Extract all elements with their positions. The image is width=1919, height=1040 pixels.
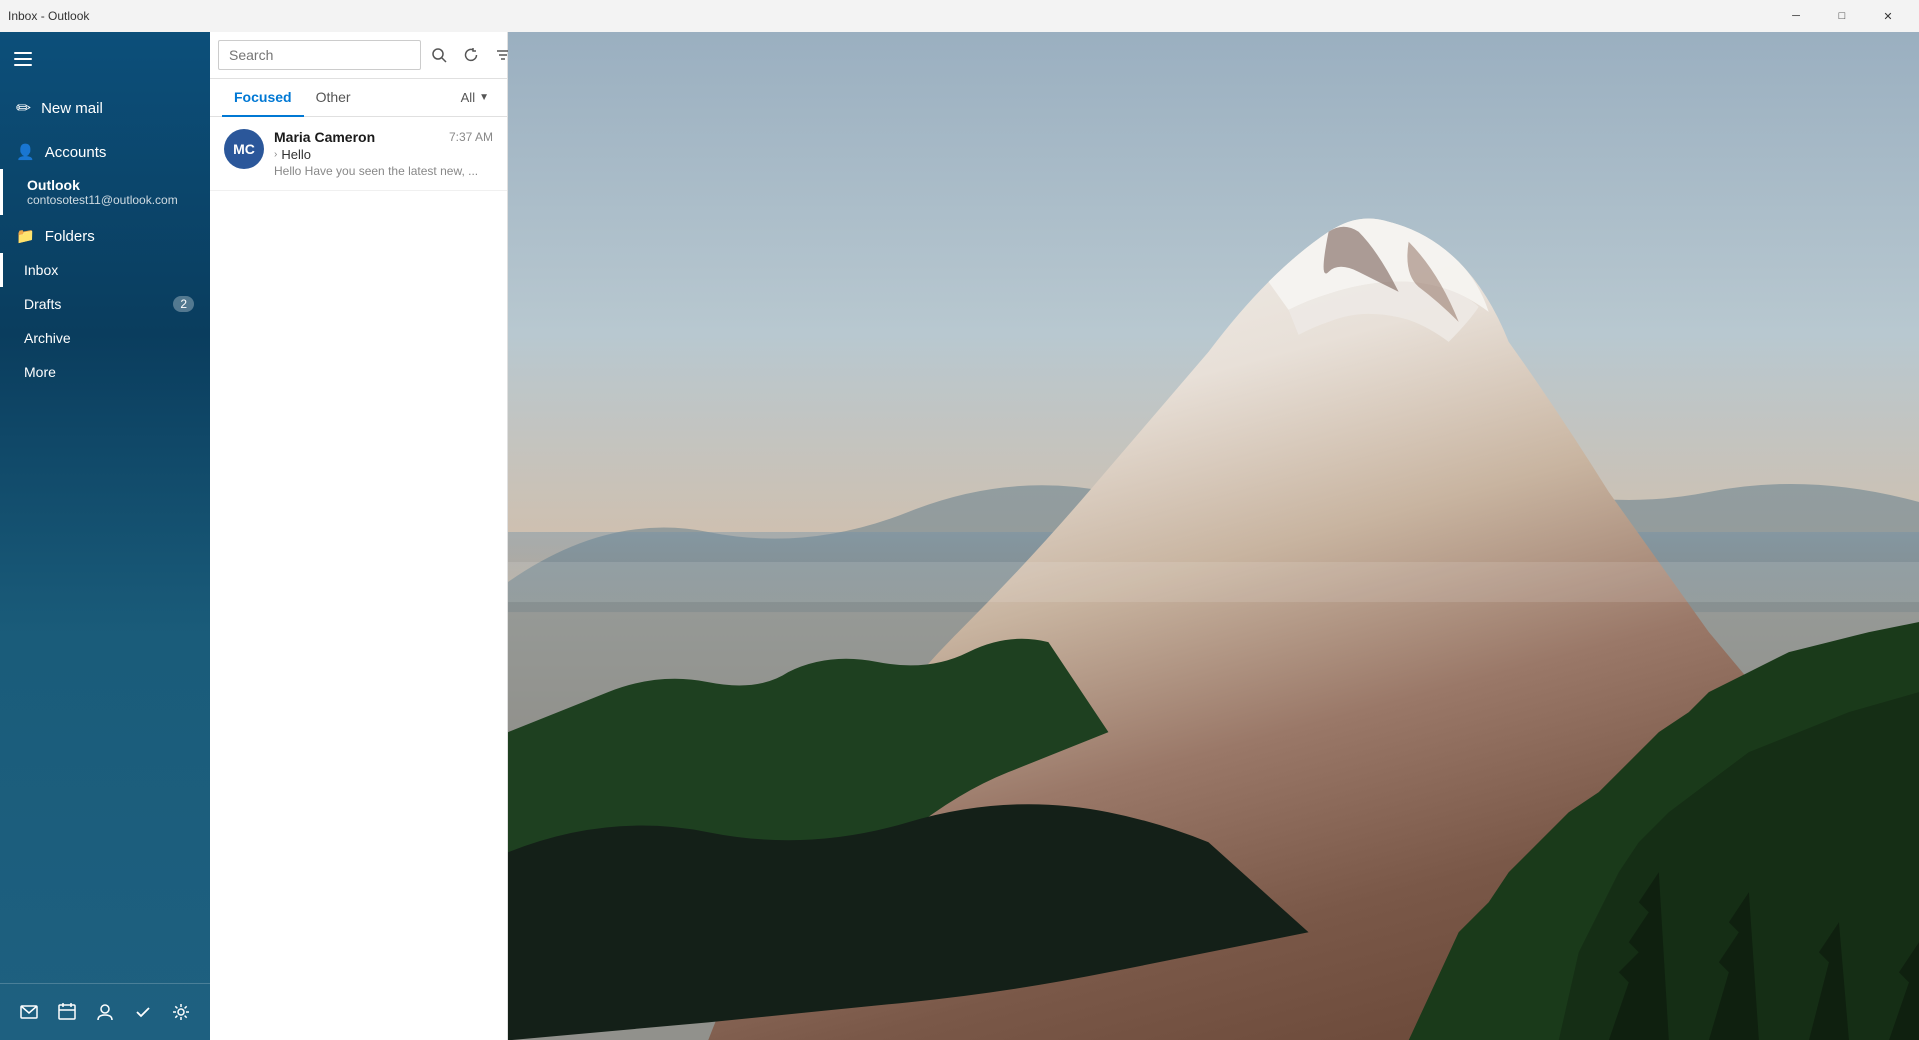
mail-item-header: Maria Cameron 7:37 AM bbox=[274, 129, 493, 145]
account-name: Outlook bbox=[27, 177, 194, 193]
maximize-button[interactable]: □ bbox=[1819, 0, 1865, 32]
folder-name-inbox: Inbox bbox=[24, 262, 58, 278]
search-bar bbox=[210, 32, 507, 79]
folder-item-inbox[interactable]: Inbox bbox=[0, 253, 210, 287]
mail-footer-icon bbox=[19, 1002, 39, 1022]
folder-item-archive[interactable]: Archive bbox=[0, 321, 210, 355]
filter-all-button[interactable]: All ▼ bbox=[455, 86, 495, 109]
mail-footer-button[interactable] bbox=[11, 994, 47, 1030]
avatar: MC bbox=[224, 129, 264, 169]
hamburger-icon bbox=[14, 52, 32, 66]
search-input[interactable] bbox=[218, 40, 421, 70]
tasks-footer-button[interactable] bbox=[125, 994, 161, 1030]
title-bar-left: Inbox - Outlook bbox=[8, 9, 89, 23]
calendar-footer-button[interactable] bbox=[49, 994, 85, 1030]
mail-list-panel: Focused Other All ▼ MC Maria Cameron 7:3… bbox=[210, 32, 508, 1040]
people-footer-button[interactable] bbox=[87, 994, 123, 1030]
account-email: contosotest11@outlook.com bbox=[27, 193, 194, 207]
refresh-button[interactable] bbox=[457, 41, 485, 69]
folder-name-more: More bbox=[24, 364, 56, 380]
settings-footer-icon bbox=[171, 1002, 191, 1022]
window-controls: ─ □ ✕ bbox=[1773, 0, 1911, 32]
new-mail-label: New mail bbox=[41, 100, 103, 117]
folder-name-drafts: Drafts bbox=[24, 296, 61, 312]
new-mail-icon: ✏ bbox=[16, 98, 31, 119]
filter-all-label: All bbox=[461, 90, 475, 105]
drafts-badge: 2 bbox=[173, 296, 194, 312]
accounts-label: Accounts bbox=[45, 144, 107, 161]
search-button[interactable] bbox=[425, 41, 453, 69]
mail-time: 7:37 AM bbox=[449, 130, 493, 144]
tab-focused[interactable]: Focused bbox=[222, 79, 304, 117]
folder-item-drafts[interactable]: Drafts 2 bbox=[0, 287, 210, 321]
account-item[interactable]: Outlook contosotest11@outlook.com bbox=[0, 169, 210, 215]
minimize-button[interactable]: ─ bbox=[1773, 0, 1819, 32]
mountain-background bbox=[508, 32, 1919, 1040]
mail-item-content: Maria Cameron 7:37 AM › Hello Hello Have… bbox=[274, 129, 493, 178]
sidebar: ✏ New mail 👤 Accounts Outlook contosotes… bbox=[0, 32, 210, 1040]
sidebar-footer bbox=[0, 983, 210, 1040]
mail-sender: Maria Cameron bbox=[274, 129, 375, 145]
app-body: ✏ New mail 👤 Accounts Outlook contosotes… bbox=[0, 32, 1919, 1040]
content-area bbox=[508, 32, 1919, 1040]
folder-name-archive: Archive bbox=[24, 330, 71, 346]
search-icon bbox=[431, 47, 447, 63]
mail-subject: › Hello bbox=[274, 147, 493, 162]
tabs-row: Focused Other All ▼ bbox=[210, 79, 507, 117]
filter-chevron-icon: ▼ bbox=[479, 92, 489, 103]
mail-subject-chevron: › bbox=[274, 149, 277, 160]
hamburger-button[interactable] bbox=[0, 36, 46, 82]
folder-item-more[interactable]: More bbox=[0, 355, 210, 389]
people-footer-icon bbox=[95, 1002, 115, 1022]
app-title: Inbox - Outlook bbox=[8, 9, 89, 23]
mail-item[interactable]: MC Maria Cameron 7:37 AM › Hello Hello H… bbox=[210, 117, 507, 191]
refresh-icon bbox=[463, 47, 479, 63]
folders-section-header: 📁 Folders bbox=[0, 215, 210, 253]
title-bar: Inbox - Outlook ─ □ ✕ bbox=[0, 0, 1919, 32]
calendar-footer-icon bbox=[57, 1002, 77, 1022]
tab-other[interactable]: Other bbox=[304, 79, 363, 117]
folders-icon: 📁 bbox=[16, 227, 35, 245]
new-mail-button[interactable]: ✏ New mail bbox=[0, 86, 210, 131]
folders-label: Folders bbox=[45, 228, 95, 245]
close-button[interactable]: ✕ bbox=[1865, 0, 1911, 32]
settings-footer-button[interactable] bbox=[163, 994, 199, 1030]
mail-preview: Hello Have you seen the latest new, ... bbox=[274, 164, 493, 178]
accounts-section-header[interactable]: 👤 Accounts bbox=[0, 131, 210, 169]
sidebar-content: ✏ New mail 👤 Accounts Outlook contosotes… bbox=[0, 32, 210, 1040]
tasks-footer-icon bbox=[133, 1002, 153, 1022]
accounts-icon: 👤 bbox=[16, 143, 35, 161]
